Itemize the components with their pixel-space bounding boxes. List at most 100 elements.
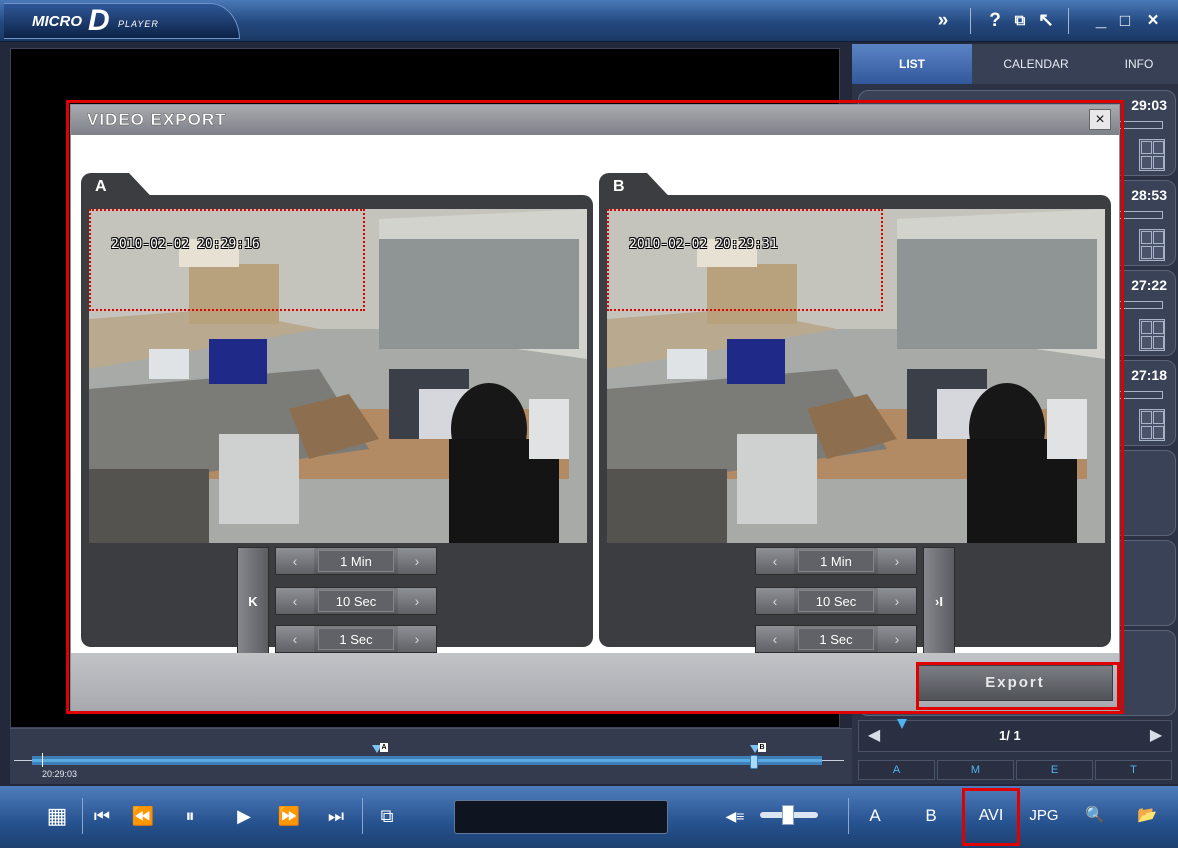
title-bar: MICRO D PLAYER » ? ⧉ ↖ _ □ × [0, 0, 1178, 42]
maximize-button[interactable]: □ [1114, 8, 1136, 34]
panel-b-label: B [613, 178, 625, 195]
panel-b: B 2010-02-02 20:29:31 ‹ 1 Min › ‹ 10 Sec… [599, 161, 1111, 655]
mark-b-button[interactable]: B [916, 800, 946, 832]
dialog-title: VIDEO EXPORT [87, 110, 227, 129]
dialog-body: A 2010-02-02 20:29:16 K ‹ 1 Min › ‹ 10 S… [71, 135, 1119, 655]
fast-forward-icon[interactable]: ⏩ [274, 800, 304, 832]
pager-marker [897, 719, 907, 729]
timeline-start-tick [42, 753, 43, 767]
tab-info[interactable]: INFO [1100, 44, 1178, 84]
last-frame-icon[interactable]: ⏭ [322, 800, 350, 832]
mark-a-button[interactable]: A [860, 800, 890, 832]
time-display [454, 800, 668, 834]
export-button[interactable]: Export [917, 665, 1113, 701]
volume-knob[interactable] [782, 805, 794, 825]
window-mode-icon[interactable]: ⧉ [1008, 8, 1032, 34]
layout-grid-icon[interactable]: ▦ [40, 800, 74, 832]
step-10sec-b: ‹ 10 Sec › [755, 587, 917, 615]
timeline-playhead[interactable] [750, 755, 758, 769]
grid-icon [1139, 409, 1165, 441]
title-separator [970, 8, 971, 34]
step-forward-button[interactable]: › [878, 588, 916, 614]
camera-frame-b: 2010-02-02 20:29:31 [607, 209, 1105, 543]
search-icon[interactable]: 🔍 [1080, 800, 1110, 832]
pointer-icon[interactable]: ↖ [1034, 8, 1058, 34]
rewind-icon[interactable]: ⏪ [128, 800, 158, 832]
step-label: 1 Sec [798, 628, 874, 650]
minimize-button[interactable]: _ [1090, 8, 1112, 34]
next-page-button[interactable]: ▶ [1141, 721, 1171, 751]
step-label: 1 Sec [318, 628, 394, 650]
volume-slider[interactable] [760, 805, 818, 825]
avi-export-button[interactable]: AVI [968, 800, 1014, 832]
prev-page-button[interactable]: ◀ [859, 721, 889, 751]
snapshot-icon[interactable]: ⧉ [372, 800, 402, 832]
jump-to-end-button[interactable]: ›I [923, 547, 955, 655]
control-bar: ▦ ⏮ ⏪ ⏸ ▶ ⏩ ⏭ ⧉ ◀≡ A B AVI JPG 🔍 📂 [0, 786, 1178, 848]
app-logo: MICRO D PLAYER [4, 3, 240, 39]
jump-to-start-button[interactable]: K [237, 547, 269, 655]
filter-a-button[interactable]: A [858, 760, 935, 780]
dialog-title-bar: VIDEO EXPORT × [71, 105, 1119, 135]
grid-icon [1139, 139, 1165, 171]
step-back-button[interactable]: ‹ [276, 588, 314, 614]
list-item-time: 27:22 [1131, 277, 1167, 293]
step-forward-button[interactable]: › [878, 626, 916, 652]
first-frame-icon[interactable]: ⏮ [88, 800, 116, 832]
folder-icon[interactable]: 📂 [1132, 800, 1162, 832]
close-button[interactable]: × [1140, 8, 1166, 34]
step-back-button[interactable]: ‹ [276, 626, 314, 652]
list-item-time: 29:03 [1131, 97, 1167, 113]
tab-list[interactable]: LIST [852, 44, 972, 84]
marker-a-label: A [380, 743, 388, 752]
marker-b-label: B [758, 743, 766, 752]
jpg-export-button[interactable]: JPG [1024, 800, 1064, 832]
timestamp-highlight-b [607, 209, 883, 311]
video-export-dialog: VIDEO EXPORT × A 2010-02-02 20:29:16 K ‹… [70, 104, 1120, 712]
logo-d-text: D [88, 4, 110, 37]
panel-a-body: 2010-02-02 20:29:16 K ‹ 1 Min › ‹ 10 Sec… [81, 195, 593, 655]
pager: ◀ 1/ 1 ▶ [858, 719, 1172, 752]
panel-a-label: A [95, 178, 107, 195]
step-1min-a: ‹ 1 Min › [275, 547, 437, 575]
tab-calendar[interactable]: CALENDAR [974, 44, 1098, 84]
logo-player-text: PLAYER [118, 19, 159, 29]
skip-icon[interactable]: » [930, 8, 956, 34]
step-forward-button[interactable]: › [878, 548, 916, 574]
step-forward-button[interactable]: › [398, 588, 436, 614]
step-back-button[interactable]: ‹ [276, 548, 314, 574]
timestamp-highlight-a [89, 209, 365, 311]
step-forward-button[interactable]: › [398, 548, 436, 574]
speaker-icon[interactable]: ◀≡ [722, 800, 748, 832]
control-separator [362, 798, 363, 834]
filter-m-button[interactable]: M [937, 760, 1014, 780]
title-separator [1068, 8, 1069, 34]
step-label: 1 Min [318, 550, 394, 572]
pause-icon[interactable]: ⏸ [176, 800, 204, 832]
list-item-bar [1119, 211, 1163, 219]
micro-d-player-window: MICRO D PLAYER » ? ⧉ ↖ _ □ × LIST CALEND… [0, 0, 1178, 848]
step-label: 10 Sec [318, 590, 394, 612]
list-item-bar [1119, 301, 1163, 309]
logo-micro-text: MICRO [32, 13, 82, 30]
timeline-track [14, 760, 32, 761]
filter-t-button[interactable]: T [1095, 760, 1172, 780]
step-back-button[interactable]: ‹ [756, 548, 794, 574]
dialog-close-button[interactable]: × [1089, 109, 1111, 130]
step-forward-button[interactable]: › [398, 626, 436, 652]
page-indicator: 1/ 1 [999, 728, 1021, 743]
help-icon[interactable]: ? [984, 8, 1006, 34]
step-back-button[interactable]: ‹ [756, 626, 794, 652]
dialog-footer: Export [71, 653, 1119, 711]
play-icon[interactable]: ▶ [230, 800, 258, 832]
step-back-button[interactable]: ‹ [756, 588, 794, 614]
panel-b-body: 2010-02-02 20:29:31 ‹ 1 Min › ‹ 10 Sec › [599, 195, 1111, 655]
timeline-track [822, 760, 844, 761]
timeline-marker-b[interactable]: B [750, 743, 766, 755]
timeline-marker-a[interactable]: A [372, 743, 388, 755]
timeline[interactable]: A B 20:29:03 [10, 728, 852, 784]
filter-e-button[interactable]: E [1016, 760, 1093, 780]
camera-frame-a: 2010-02-02 20:29:16 [89, 209, 587, 543]
control-separator [848, 798, 849, 834]
step-1min-b: ‹ 1 Min › [755, 547, 917, 575]
